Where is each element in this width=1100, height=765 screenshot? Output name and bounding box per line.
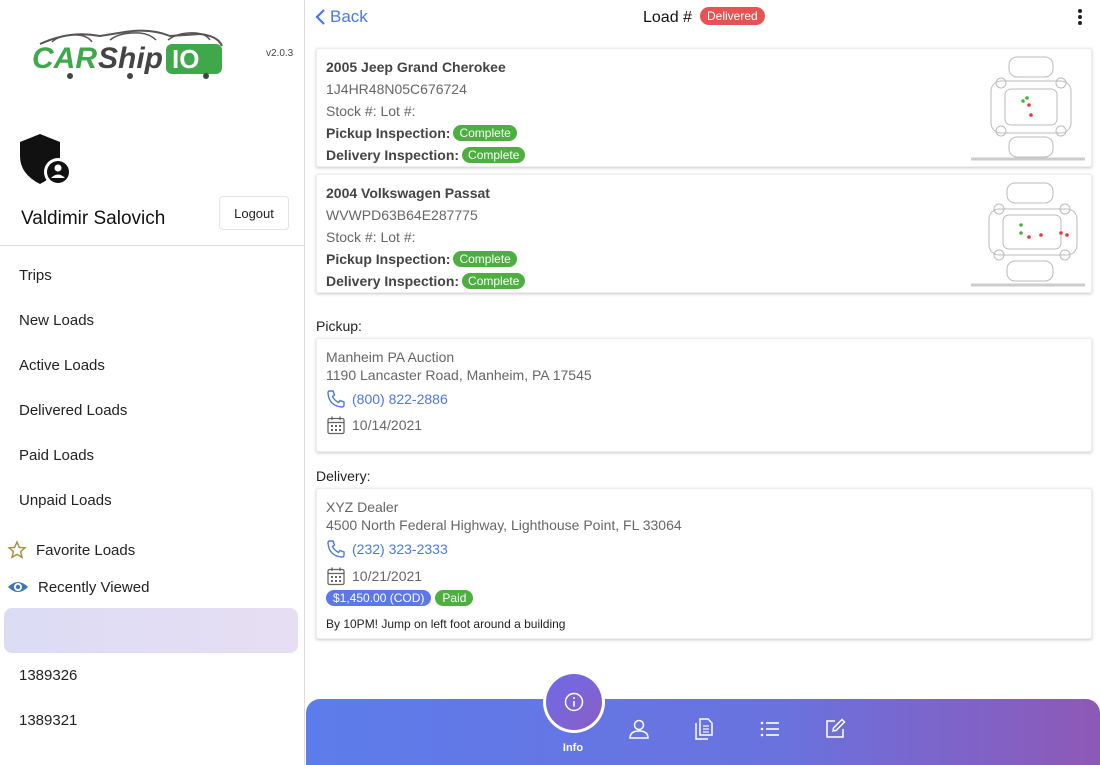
- sidebar-divider: [0, 245, 305, 246]
- delivery-address: 4500 North Federal Highway, Lighthouse P…: [326, 517, 682, 533]
- edit-icon[interactable]: [823, 717, 847, 741]
- user-name: Valdimir Salovich: [21, 208, 166, 229]
- page-title: Load #: [643, 9, 692, 26]
- phone-icon: [327, 540, 345, 558]
- calendar-icon: [327, 416, 345, 435]
- calendar-icon: [327, 567, 345, 586]
- more-menu-icon[interactable]: [1072, 9, 1088, 29]
- vehicle-vin: 1J4HR48N05C676724: [326, 81, 467, 97]
- documents-icon[interactable]: [692, 717, 716, 741]
- info-tab-button[interactable]: [546, 674, 602, 730]
- sidebar-item-recently-viewed[interactable]: Recently Viewed: [7, 577, 149, 597]
- pickup-inspection-row: Pickup Inspection: Complete: [326, 125, 517, 141]
- back-label: Back: [330, 7, 368, 26]
- delivery-phone: (232) 323-2333: [352, 541, 448, 557]
- svg-text:IO: IO: [172, 44, 199, 74]
- carship-logo: CAR Ship IO: [32, 29, 223, 79]
- sidebar-item-favorite-loads[interactable]: Favorite Loads: [7, 540, 135, 560]
- sidebar-item-trips[interactable]: Trips: [19, 267, 52, 284]
- user-shield-icon: [20, 134, 72, 186]
- vehicle-card[interactable]: 2005 Jeep Grand Cherokee 1J4HR48N05C6767…: [316, 48, 1092, 167]
- svg-text:CAR: CAR: [32, 42, 97, 75]
- back-button[interactable]: Back: [314, 7, 368, 27]
- pickup-inspection-row: Pickup Inspection: Complete: [326, 251, 517, 267]
- pickup-section-label: Pickup:: [316, 318, 362, 334]
- delivery-inspection-row: Delivery Inspection: Complete: [326, 147, 526, 163]
- list-icon[interactable]: [758, 717, 782, 741]
- pickup-date-row: 10/14/2021: [326, 415, 422, 435]
- recent-item[interactable]: 1389321: [19, 712, 77, 729]
- delivery-card: XYZ Dealer 4500 North Federal Highway, L…: [316, 488, 1092, 639]
- delivery-name: XYZ Dealer: [326, 499, 399, 515]
- pickup-inspection-label: Pickup Inspection:: [326, 125, 451, 141]
- vehicle-stock: Stock #: Lot #:: [326, 103, 416, 119]
- pickup-phone: (800) 822-2886: [352, 391, 448, 407]
- paid-badge: Paid: [435, 590, 474, 606]
- delivery-inspection-label: Delivery Inspection:: [326, 273, 460, 289]
- sidebar: CAR Ship IO v2.0.3 Valdimir Salovich Log…: [0, 0, 305, 765]
- delivery-inspection-badge: Complete: [462, 147, 526, 163]
- sidebar-item-delivered-loads[interactable]: Delivered Loads: [19, 402, 127, 419]
- main-content: Back Load # Delivered 2005 Jeep Grand Ch…: [306, 0, 1100, 765]
- pickup-card: Manheim PA Auction 1190 Lancaster Road, …: [316, 338, 1092, 452]
- pickup-inspection-badge: Complete: [453, 251, 517, 267]
- logout-button[interactable]: Logout: [219, 196, 289, 230]
- delivery-inspection-row: Delivery Inspection: Complete: [326, 273, 526, 289]
- chevron-left-icon: [315, 9, 325, 25]
- pickup-inspection-badge: Complete: [453, 125, 517, 141]
- car-damage-diagram[interactable]: [971, 179, 1085, 289]
- delivery-inspection-badge: Complete: [462, 273, 526, 289]
- recent-item-selected[interactable]: [4, 608, 298, 653]
- favorite-loads-label: Favorite Loads: [36, 541, 136, 559]
- vehicle-title: 2005 Jeep Grand Cherokee: [326, 59, 506, 75]
- app-version: v2.0.3: [266, 48, 294, 59]
- recently-viewed-label: Recently Viewed: [38, 578, 150, 596]
- app-root: CAR Ship IO v2.0.3 Valdimir Salovich Log…: [0, 0, 1100, 765]
- info-icon: [564, 692, 584, 712]
- recent-item[interactable]: 1389326: [19, 667, 77, 684]
- person-icon[interactable]: [627, 717, 651, 741]
- svg-text:Ship: Ship: [98, 42, 163, 75]
- phone-icon: [327, 390, 345, 408]
- price-badge: $1,450.00 (COD): [326, 590, 432, 606]
- star-icon: [7, 540, 27, 559]
- pickup-inspection-label: Pickup Inspection:: [326, 251, 451, 267]
- pickup-phone-link[interactable]: (800) 822-2886: [326, 389, 448, 409]
- eye-icon: [8, 582, 28, 592]
- pickup-name: Manheim PA Auction: [326, 349, 455, 365]
- delivery-date-row: 10/21/2021: [326, 566, 422, 586]
- vehicle-stock: Stock #: Lot #:: [326, 229, 416, 245]
- vehicle-vin: WVWPD63B64E287775: [326, 207, 478, 223]
- sidebar-item-paid-loads[interactable]: Paid Loads: [19, 447, 94, 464]
- vehicle-card[interactable]: 2004 Volkswagen Passat WVWPD63B64E287775…: [316, 174, 1092, 293]
- delivery-phone-link[interactable]: (232) 323-2333: [326, 539, 448, 559]
- pickup-address: 1190 Lancaster Road, Manheim, PA 17545: [326, 367, 592, 383]
- vehicle-title: 2004 Volkswagen Passat: [326, 185, 490, 201]
- delivery-note: By 10PM! Jump on left foot around a buil…: [326, 617, 566, 631]
- payment-row: $1,450.00 (COD) Paid: [326, 590, 474, 606]
- delivery-section-label: Delivery:: [316, 468, 371, 484]
- sidebar-item-new-loads[interactable]: New Loads: [19, 312, 94, 329]
- sidebar-item-active-loads[interactable]: Active Loads: [19, 357, 105, 374]
- delivery-date: 10/21/2021: [352, 568, 423, 584]
- status-badge: Delivered: [700, 7, 765, 25]
- delivery-inspection-label: Delivery Inspection:: [326, 147, 460, 163]
- info-tab-label: Info: [562, 742, 584, 754]
- sidebar-item-unpaid-loads[interactable]: Unpaid Loads: [19, 492, 112, 509]
- pickup-date: 10/14/2021: [352, 417, 423, 433]
- car-damage-diagram[interactable]: [971, 53, 1085, 163]
